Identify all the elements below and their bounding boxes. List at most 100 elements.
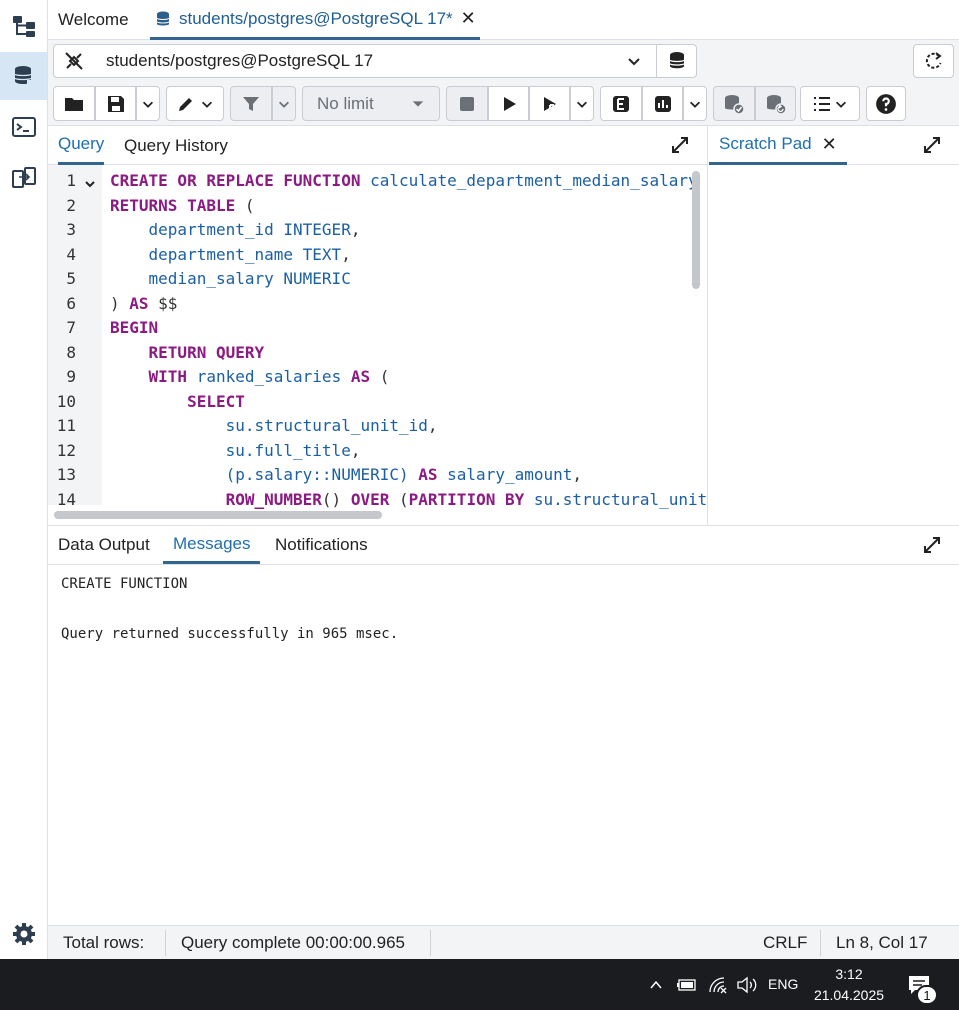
sql-identifier: department_id INTEGER bbox=[110, 220, 351, 239]
refresh-button[interactable] bbox=[913, 44, 954, 78]
cancel-query-button[interactable] bbox=[446, 86, 488, 121]
battery-button[interactable] bbox=[675, 975, 699, 995]
explain-options-dropdown[interactable] bbox=[683, 86, 707, 121]
line-number: 12 bbox=[56, 440, 76, 460]
fold-chevron-icon[interactable] bbox=[84, 178, 96, 190]
tab-welcome[interactable]: Welcome bbox=[58, 0, 129, 40]
code-line: BEGIN bbox=[110, 318, 158, 337]
line-number: 3 bbox=[66, 220, 76, 239]
connection-select[interactable]: students/postgres@PostgreSQL 17 bbox=[94, 44, 656, 78]
query-tool-nav[interactable] bbox=[0, 52, 47, 100]
chevron-down-icon bbox=[577, 101, 587, 108]
execute-cursor-icon bbox=[543, 96, 556, 112]
object-explorer-button[interactable] bbox=[0, 2, 47, 50]
sql-identifier: salary_amount bbox=[447, 465, 573, 484]
limit-select[interactable]: No limit bbox=[302, 86, 440, 121]
sql-identifier: su.structural_unit_id bbox=[110, 416, 428, 435]
code-line: SELECT bbox=[110, 392, 245, 411]
sql-keyword: PARTITION BY bbox=[408, 489, 534, 509]
macros-button[interactable] bbox=[800, 86, 860, 121]
code-line: median_salary NUMERIC bbox=[110, 269, 351, 288]
editor-horizontal-scrollbar[interactable] bbox=[54, 511, 382, 519]
chevron-down-icon bbox=[690, 101, 700, 108]
help-button[interactable] bbox=[866, 86, 906, 121]
edit-icon bbox=[179, 97, 192, 111]
database-icon bbox=[668, 52, 685, 69]
tab-query[interactable]: Query bbox=[58, 126, 105, 165]
volume-button[interactable] bbox=[735, 975, 759, 995]
sql-punctuation: , bbox=[341, 244, 351, 264]
filter-button[interactable] bbox=[230, 86, 272, 121]
code-line: su.structural_unit_id, bbox=[110, 416, 438, 435]
pgadmin-window: Welcome students/postgres@PostgreSQL 17*… bbox=[0, 0, 959, 1010]
tab-messages[interactable]: Messages bbox=[163, 526, 261, 564]
code-line: CREATE OR REPLACE FUNCTION calculate_dep… bbox=[110, 171, 698, 190]
wifi-icon bbox=[709, 977, 727, 994]
cursor-position: Ln 8, Col 17 bbox=[836, 933, 928, 952]
tab-welcome-label: Welcome bbox=[58, 10, 129, 29]
new-connection-button[interactable] bbox=[656, 44, 697, 78]
code-line: ) AS $$ bbox=[110, 294, 177, 313]
sql-punctuation: () bbox=[321, 489, 351, 509]
network-button[interactable] bbox=[707, 975, 729, 995]
sql-punctuation: , bbox=[350, 440, 361, 460]
rollback-button[interactable] bbox=[755, 86, 796, 121]
sql-keyword: BEGIN bbox=[110, 318, 159, 337]
execute-button[interactable] bbox=[488, 86, 529, 121]
open-file-button[interactable] bbox=[53, 86, 95, 121]
windows-taskbar: ENG 3:12 21.04.2025 1 bbox=[0, 959, 959, 1010]
tab-bar: Welcome students/postgres@PostgreSQL 17*… bbox=[48, 0, 959, 40]
line-number: 10 bbox=[56, 391, 76, 411]
code-line: department_name TEXT, bbox=[110, 245, 351, 264]
refresh-icon bbox=[925, 52, 942, 69]
sql-identifier: calculate_department_median_salary bbox=[370, 171, 698, 190]
left-rail bbox=[0, 0, 48, 959]
tab-scratch-pad-label: Scratch Pad bbox=[719, 134, 812, 153]
close-icon[interactable]: ✕ bbox=[822, 134, 837, 155]
tab-query-history[interactable]: Query History bbox=[124, 126, 228, 165]
database-icon bbox=[156, 11, 170, 25]
tab-data-output[interactable]: Data Output bbox=[58, 526, 150, 564]
schema-diff-nav[interactable] bbox=[0, 154, 47, 202]
tab-notifications[interactable]: Notifications bbox=[275, 526, 368, 564]
expand-icon[interactable] bbox=[922, 535, 942, 555]
sql-keyword: AS bbox=[350, 367, 380, 386]
sql-keyword: CREATE OR REPLACE FUNCTION bbox=[110, 171, 371, 190]
explain-analyze-button[interactable] bbox=[642, 86, 683, 121]
sql-editor[interactable]: 1 2 3 4 5 6 7 8 9 10 11 12 13 14 CREATE OR REPLACE FU… bbox=[48, 165, 708, 525]
tab-query-tool[interactable]: students/postgres@PostgreSQL 17* ✕ bbox=[150, 0, 480, 40]
expand-icon[interactable] bbox=[922, 135, 942, 155]
connection-row: students/postgres@PostgreSQL 17 bbox=[48, 40, 959, 83]
settings-button[interactable] bbox=[0, 910, 47, 958]
filter-options-dropdown[interactable] bbox=[272, 86, 296, 121]
execute-options-dropdown[interactable] bbox=[570, 86, 594, 121]
macros-icon bbox=[814, 96, 830, 111]
rollback-icon bbox=[766, 94, 787, 115]
save-button[interactable] bbox=[95, 86, 136, 121]
connection-status-button[interactable] bbox=[53, 44, 95, 78]
chevron-down-icon bbox=[412, 100, 424, 107]
sql-punctuation: , bbox=[350, 220, 361, 239]
code-line: (p.salary::NUMERIC) AS salary_amount, bbox=[110, 465, 582, 484]
tab-scratch-pad[interactable]: Scratch Pad ✕ bbox=[709, 126, 847, 165]
show-hidden-icons-button[interactable] bbox=[646, 975, 666, 995]
input-language[interactable]: ENG bbox=[768, 976, 798, 992]
scratch-pad-area[interactable] bbox=[709, 165, 959, 525]
execute-cursor-button[interactable] bbox=[529, 86, 570, 121]
commit-button[interactable] bbox=[713, 86, 755, 121]
editor-gutter: 1 2 3 4 5 6 7 8 9 10 11 12 13 14 bbox=[48, 165, 102, 509]
editor-vertical-scrollbar[interactable] bbox=[692, 171, 700, 289]
total-rows: Total rows: bbox=[63, 933, 145, 952]
close-icon[interactable]: ✕ bbox=[461, 8, 476, 29]
chevron-down-icon bbox=[836, 101, 846, 108]
code-line: su.full_title, bbox=[110, 440, 361, 460]
clock[interactable]: 3:12 21.04.2025 bbox=[806, 964, 892, 1006]
edit-button[interactable] bbox=[166, 86, 224, 121]
expand-icon[interactable] bbox=[670, 135, 690, 155]
psql-tool-nav[interactable] bbox=[0, 103, 47, 151]
sql-punctuation: , bbox=[572, 465, 583, 484]
explain-button[interactable] bbox=[600, 86, 642, 121]
save-options-dropdown[interactable] bbox=[136, 86, 160, 121]
help-icon bbox=[876, 93, 896, 114]
clock-time: 3:12 bbox=[835, 966, 863, 982]
